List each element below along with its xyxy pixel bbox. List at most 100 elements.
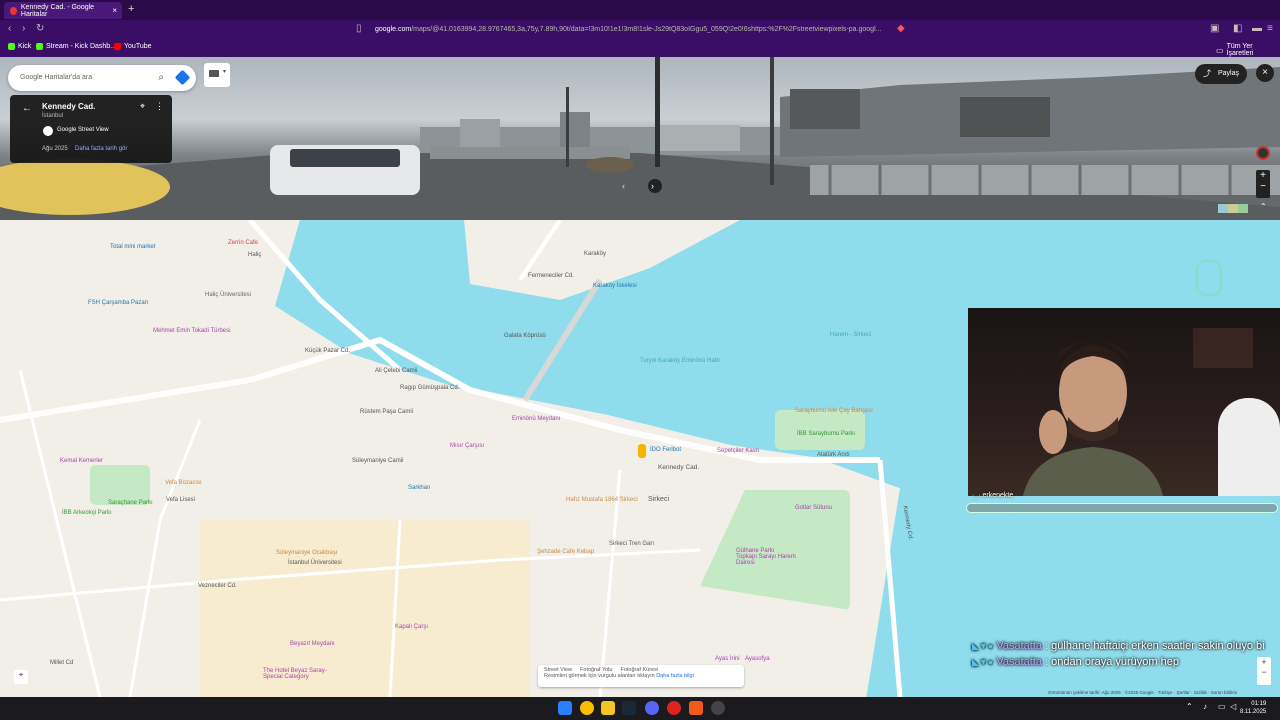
map-label[interactable]: Zerrin Cafe — [228, 240, 258, 246]
obs-icon[interactable] — [711, 701, 725, 715]
map-label[interactable]: Süleymaniye Ocakbaşı — [276, 550, 337, 556]
pegman-icon[interactable] — [638, 444, 646, 458]
map-label[interactable]: Mısır Çarşısı — [450, 443, 484, 449]
zoom-out-button[interactable]: − — [1256, 181, 1270, 192]
map-label[interactable]: Beyazıt Meydanı — [290, 641, 335, 647]
map-label: Ragıp Gümüşpala Cd. — [400, 385, 460, 391]
brave-icon[interactable] — [689, 701, 703, 715]
map-label: Ali Çelebi Camii — [375, 368, 418, 374]
layers-icon — [209, 70, 219, 77]
bookmark-youtube[interactable]: YouTube — [114, 43, 152, 50]
map-label[interactable]: Vefa Bozacısı — [165, 480, 202, 486]
volume-icon[interactable]: ◁ — [1230, 702, 1236, 711]
webcam-overlay — [968, 308, 1280, 496]
map-label[interactable]: Şehzade Cafe Kebap — [537, 549, 594, 555]
brave-shield-icon[interactable]: ◆ — [897, 23, 905, 34]
chat-message: ◣▼● Vasatatta : ondan oraya yürüyom hep — [972, 654, 1272, 670]
map-label[interactable]: Hafız Mustafa 1864 Sirkeci — [566, 497, 638, 503]
webcam-progress-bar — [966, 503, 1278, 513]
more-dates-link[interactable]: Daha fazla tarih gör — [75, 146, 127, 152]
map-label[interactable]: Sepetçiler Kasrı — [717, 448, 759, 454]
expand-up-icon[interactable]: ⌃ — [1260, 202, 1267, 211]
tab-close-icon[interactable]: × — [112, 6, 117, 15]
bookmark-all[interactable]: ▭ Tüm Yer İşaretleri — [1216, 43, 1280, 57]
opera-icon[interactable] — [667, 701, 681, 715]
map-label[interactable]: The Hotel Beyaz Saray- Special Category — [263, 668, 343, 680]
clock[interactable]: 01:19 8.11.2025 — [1240, 700, 1266, 716]
search-input[interactable]: Google Haritalar'da ara ⌕ — [8, 65, 196, 91]
discord-icon[interactable] — [645, 701, 659, 715]
compass-icon[interactable] — [1256, 146, 1270, 160]
back-icon[interactable]: ‹ — [8, 23, 11, 34]
steam-icon[interactable] — [622, 701, 636, 715]
close-street-view-button[interactable]: × — [1256, 64, 1274, 82]
map-label[interactable]: Sarkhan — [408, 485, 430, 491]
map-label[interactable]: İDO Feribot — [650, 447, 681, 453]
network-icon[interactable]: ▭ — [1218, 702, 1226, 711]
more-vert-icon[interactable]: ⋮ — [155, 101, 164, 112]
mic-icon[interactable]: ♪ — [1203, 702, 1207, 711]
wallet-icon[interactable]: ▬ — [1252, 23, 1262, 34]
my-location-icon[interactable]: ⌖ — [14, 670, 28, 684]
map-thumbnail-icon[interactable] — [1218, 204, 1248, 213]
chat-text: ondan oraya yürüyom hep — [1051, 656, 1179, 668]
map-label[interactable]: Mehmet Emin Tokadi Türbesi — [153, 328, 230, 334]
back-arrow-icon[interactable]: ← — [22, 103, 32, 114]
map-label[interactable]: FSH Çarşamba Pazarı — [88, 300, 148, 306]
legend-link[interactable]: Daha fazla bilgi — [656, 673, 694, 679]
map-label: Saraçhane Parkı — [108, 500, 153, 506]
taskbar: ⌃ ♪ ▭ ◁ 01:19 8.11.2025 — [0, 697, 1280, 720]
pin-icon[interactable]: ⌖ — [140, 101, 145, 112]
bookmark-kick[interactable]: Kick — [8, 43, 31, 50]
chat-user: Vasatatta — [996, 640, 1042, 652]
search-icon[interactable]: ⌕ — [158, 65, 164, 91]
street-view-panorama[interactable]: › ‹ Google Haritalar'da ara ⌕ ▾ ← Kenned… — [0, 57, 1280, 220]
map-label: İstanbul Üniversitesi — [288, 560, 342, 566]
folder-icon: ▭ — [1216, 45, 1224, 55]
chrome-icon[interactable] — [580, 701, 594, 715]
tab-google-maps[interactable]: Kennedy Cad. - Google Haritalar × — [4, 2, 122, 19]
map-label[interactable]: Total mini market — [110, 244, 155, 250]
zoom-control: + − — [1256, 170, 1270, 198]
map-label: Haliç — [248, 252, 262, 258]
tray-chevron-icon[interactable]: ⌃ — [1186, 702, 1193, 711]
clock-date: 8.11.2025 — [1240, 709, 1267, 715]
file-explorer-icon[interactable] — [601, 701, 615, 715]
map-label: Sirkeci Tren Garı — [609, 541, 655, 547]
place-city: İstanbul — [42, 113, 64, 119]
capture-date: Ağu 2025 — [42, 146, 68, 152]
map-label: Küçük Pazar Cd. — [305, 348, 351, 354]
zoom-in-button[interactable]: + — [1256, 170, 1270, 181]
map-label: Kennedy Cad. — [658, 464, 700, 471]
map-label[interactable]: İBB Sarayburnu Parkı — [797, 431, 855, 437]
clock-time: 01:19 — [1251, 701, 1267, 707]
sidebar-icon[interactable]: ◧ — [1233, 23, 1242, 34]
map-label[interactable]: Gotlar Sütunu — [795, 505, 832, 511]
directions-icon[interactable] — [174, 69, 191, 86]
map-label: Haliç Üniversitesi — [205, 292, 252, 298]
url-field[interactable]: google.com/maps/@41.0163994,28.9767465,3… — [375, 23, 905, 37]
map-label[interactable]: Kapalı Çarşı — [395, 624, 428, 630]
share-button[interactable]: ⤴ Paylaş — [1195, 64, 1247, 84]
map-label[interactable]: Karaköy İskelesi — [593, 283, 637, 289]
start-icon[interactable] — [558, 701, 572, 715]
forward-icon[interactable]: › — [22, 23, 25, 34]
map-label[interactable]: Ayas İrini — [715, 656, 740, 662]
bookmark-icon[interactable]: ▯ — [356, 23, 362, 34]
map-label: Millet Cd — [50, 660, 74, 666]
menu-icon[interactable]: ≡ — [1267, 23, 1273, 34]
map-label: Harem - Sirkeci — [830, 332, 872, 338]
layers-button[interactable]: ▾ — [204, 63, 230, 87]
map-label[interactable]: Gülhane Parkı Topkapı Sarayı Harem Daire… — [736, 548, 796, 566]
address-bar: ‹ › ↻ ▯ google.com/maps/@41.0163994,28.9… — [0, 20, 1280, 40]
search-placeholder: Google Haritalar'da ara — [20, 74, 93, 81]
map-label[interactable]: Sarayburnu Aile Çay Bahçesi — [795, 408, 873, 414]
map-label[interactable]: Kemal Kemerler — [60, 458, 103, 464]
new-tab-icon[interactable]: + — [128, 3, 134, 15]
extensions-icon[interactable]: ▣ — [1210, 23, 1219, 34]
place-card: ← Kennedy Cad. İstanbul ⌖ ⋮ Google Stree… — [10, 95, 172, 163]
map-label[interactable]: Eminönü Meydanı — [512, 416, 560, 422]
bookmark-kick-dashboard[interactable]: Stream - Kick Dashb... — [36, 43, 116, 50]
reload-icon[interactable]: ↻ — [36, 23, 44, 34]
url-domain: google.com — [375, 26, 412, 33]
